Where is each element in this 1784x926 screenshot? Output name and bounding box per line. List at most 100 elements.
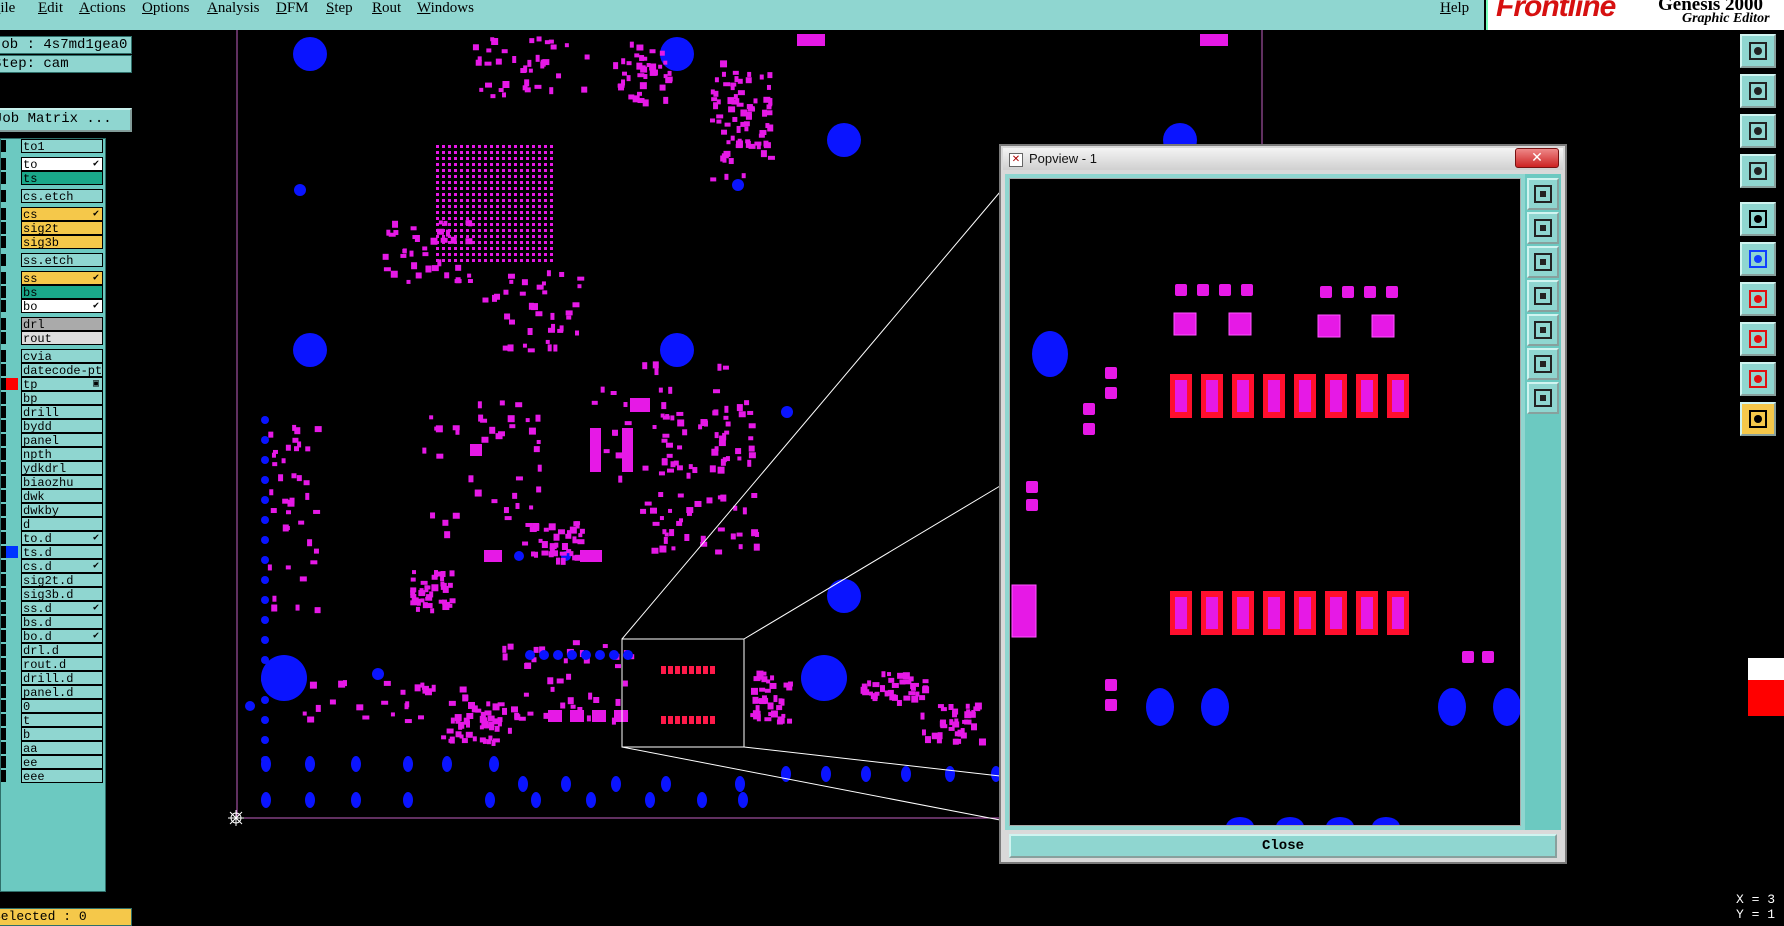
layer-checkbox[interactable] bbox=[1, 588, 6, 600]
menu-actions[interactable]: Actions bbox=[79, 0, 126, 16]
menu-windows[interactable]: Windows bbox=[417, 0, 474, 16]
layer-checkbox[interactable] bbox=[1, 728, 6, 740]
layer-row-tp[interactable]: tp ▣ bbox=[1, 377, 105, 391]
menu-help[interactable]: Help bbox=[1440, 0, 1469, 16]
layer-checkbox[interactable] bbox=[1, 254, 6, 266]
layer-row-drill[interactable]: drill bbox=[1, 405, 105, 419]
layer-row-drill.d[interactable]: drill.d bbox=[1, 671, 105, 685]
layer-row-rout[interactable]: rout bbox=[1, 331, 105, 345]
layer-checkbox[interactable] bbox=[1, 714, 6, 726]
toolbar-button-select-region[interactable] bbox=[1740, 322, 1776, 356]
layer-checkbox[interactable] bbox=[1, 222, 6, 234]
layer-row-drl.d[interactable]: drl.d bbox=[1, 643, 105, 657]
layer-row-ee[interactable]: ee bbox=[1, 755, 105, 769]
layer-checkbox[interactable] bbox=[1, 560, 6, 572]
popview-tool-left[interactable] bbox=[1527, 280, 1559, 312]
toolbar-button-pointer[interactable] bbox=[1740, 402, 1776, 436]
layer-checkbox[interactable] bbox=[1, 448, 6, 460]
layer-row-aa[interactable]: aa bbox=[1, 741, 105, 755]
layer-row-bp[interactable]: bp bbox=[1, 391, 105, 405]
layer-row-bydd[interactable]: bydd bbox=[1, 419, 105, 433]
layer-checkbox[interactable] bbox=[1, 140, 6, 152]
layer-row-ss.etch[interactable]: ss.etch bbox=[1, 253, 105, 267]
layer-checkbox[interactable] bbox=[1, 286, 6, 298]
menu-dfm[interactable]: DFM bbox=[276, 0, 309, 16]
layer-row-bs.d[interactable]: bs.d bbox=[1, 615, 105, 629]
layer-row-ts[interactable]: ts bbox=[1, 171, 105, 185]
layer-checkbox[interactable] bbox=[1, 392, 6, 404]
layer-row-sig2t[interactable]: sig2t bbox=[1, 221, 105, 235]
layer-checkbox[interactable] bbox=[1, 756, 6, 768]
layer-checkbox[interactable] bbox=[1, 332, 6, 344]
popview-tool-down[interactable] bbox=[1527, 246, 1559, 278]
layer-checkbox[interactable] bbox=[1, 518, 6, 530]
menu-file[interactable]: File bbox=[0, 0, 15, 16]
popview-tool-pan[interactable] bbox=[1527, 382, 1559, 414]
layer-row-ss.d[interactable]: ss.d ✔ bbox=[1, 601, 105, 615]
layer-row-biaozhu[interactable]: biaozhu bbox=[1, 475, 105, 489]
layer-row-eee[interactable]: eee bbox=[1, 769, 105, 783]
toolbar-button-ruler[interactable] bbox=[1740, 362, 1776, 396]
popview-zoom-view[interactable] bbox=[1009, 178, 1521, 826]
layer-row-sig3b[interactable]: sig3b bbox=[1, 235, 105, 249]
layer-row-0[interactable]: 0 bbox=[1, 699, 105, 713]
layer-row-cs.etch[interactable]: cs.etch bbox=[1, 189, 105, 203]
layer-checkbox[interactable] bbox=[1, 350, 6, 362]
layer-checkbox[interactable] bbox=[1, 158, 6, 170]
layer-row-bo.d[interactable]: bo.d ✔ bbox=[1, 629, 105, 643]
layer-row-drl[interactable]: drl bbox=[1, 317, 105, 331]
popview-tool-up[interactable] bbox=[1527, 212, 1559, 244]
layer-checkbox[interactable] bbox=[1, 658, 6, 670]
popview-close-button[interactable]: Close bbox=[1009, 834, 1557, 858]
menu-rout[interactable]: Rout bbox=[372, 0, 401, 16]
layer-row-cvia[interactable]: cvia bbox=[1, 349, 105, 363]
menu-step[interactable]: Step bbox=[326, 0, 353, 16]
layer-row-ydkdrl[interactable]: ydkdrl bbox=[1, 461, 105, 475]
layer-checkbox[interactable] bbox=[1, 504, 6, 516]
layer-checkbox[interactable] bbox=[1, 476, 6, 488]
layer-checkbox[interactable] bbox=[1, 364, 6, 376]
toolbar-button-measure[interactable] bbox=[1740, 282, 1776, 316]
layer-row-sig2t.d[interactable]: sig2t.d bbox=[1, 573, 105, 587]
popview-tool-fit[interactable] bbox=[1527, 348, 1559, 380]
layer-checkbox[interactable] bbox=[1, 208, 6, 220]
layer-checkbox[interactable] bbox=[1, 644, 6, 656]
toolbar-button-fit[interactable] bbox=[1740, 114, 1776, 148]
layer-checkbox[interactable] bbox=[1, 630, 6, 642]
toolbar-button-snapshot[interactable] bbox=[1740, 74, 1776, 108]
layer-checkbox[interactable] bbox=[1, 686, 6, 698]
layer-checkbox[interactable] bbox=[1, 300, 6, 312]
popview-tool-right[interactable] bbox=[1527, 314, 1559, 346]
popview-titlebar[interactable]: ✕ Popview - 1 ✕ bbox=[1003, 148, 1563, 170]
layer-row-to.d[interactable]: to.d ✔ bbox=[1, 531, 105, 545]
menu-analysis[interactable]: Analysis bbox=[207, 0, 260, 16]
layer-row-ss[interactable]: ss ✔ bbox=[1, 271, 105, 285]
layer-row-to1[interactable]: to1 bbox=[1, 139, 105, 153]
layer-row-dwkby[interactable]: dwkby bbox=[1, 503, 105, 517]
layer-row-panel[interactable]: panel bbox=[1, 433, 105, 447]
layer-checkbox[interactable] bbox=[1, 532, 6, 544]
toolbar-button-circle[interactable] bbox=[1740, 202, 1776, 236]
layer-checkbox[interactable] bbox=[1, 462, 6, 474]
layer-row-datecode-pt[interactable]: datecode-pt bbox=[1, 363, 105, 377]
layer-checkbox[interactable] bbox=[1, 406, 6, 418]
layer-checkbox[interactable] bbox=[1, 420, 6, 432]
layer-checkbox[interactable] bbox=[1, 672, 6, 684]
layer-row-cs.d[interactable]: cs.d ✔ bbox=[1, 559, 105, 573]
layer-row-t[interactable]: t bbox=[1, 713, 105, 727]
layer-row-rout.d[interactable]: rout.d bbox=[1, 657, 105, 671]
job-matrix-button[interactable]: Job Matrix ... bbox=[0, 108, 132, 132]
layer-row-d[interactable]: d bbox=[1, 517, 105, 531]
layer-checkbox[interactable] bbox=[1, 236, 6, 248]
layer-checkbox[interactable] bbox=[1, 272, 6, 284]
layer-row-bs[interactable]: bs bbox=[1, 285, 105, 299]
layer-checkbox[interactable] bbox=[1, 172, 6, 184]
layer-checkbox[interactable] bbox=[1, 700, 6, 712]
layer-row-dwk[interactable]: dwk bbox=[1, 489, 105, 503]
layer-checkbox[interactable] bbox=[1, 770, 6, 782]
layer-row-cs[interactable]: cs ✔ bbox=[1, 207, 105, 221]
close-icon[interactable]: ✕ bbox=[1515, 148, 1559, 168]
toolbar-button-open[interactable] bbox=[1740, 34, 1776, 68]
layer-checkbox[interactable] bbox=[1, 602, 6, 614]
layer-row-to[interactable]: to ✔ bbox=[1, 157, 105, 171]
